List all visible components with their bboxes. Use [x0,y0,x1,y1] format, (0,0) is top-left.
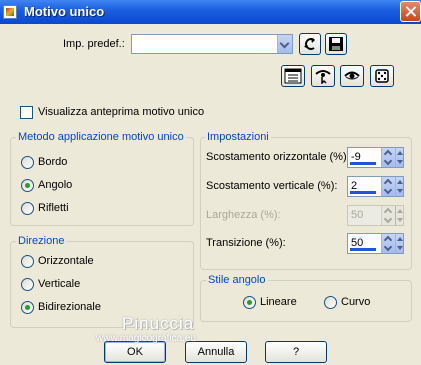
larghezza-value: 50 [351,209,364,221]
radio-curvo[interactable] [324,296,337,309]
larghezza-spinner: 50 [347,205,404,226]
offset-v-slider[interactable] [350,191,376,194]
slider-up-icon[interactable] [397,237,403,241]
radio-angolo[interactable] [21,179,34,192]
transizione-spin-arrows[interactable] [381,234,403,253]
window-list-icon [284,68,302,84]
spin-down-icon [383,214,393,224]
preset-dropdown[interactable] [131,34,293,54]
radio-verticale[interactable] [21,278,34,291]
offset-v-label: Scostamento verticale (%): [206,180,338,192]
chevron-down-icon[interactable] [277,35,292,53]
radio-bordo[interactable] [21,156,34,169]
radio-lineare-label[interactable]: Lineare [260,296,297,308]
eye-pointer-icon [315,70,331,84]
spin-separator [395,177,396,196]
app-icon [3,5,17,19]
preset-reset-button[interactable] [299,33,321,55]
slider-up-icon[interactable] [397,180,403,184]
radio-bidirezionale-label[interactable]: Bidirezionale [38,301,101,313]
radio-rifletti-label[interactable]: Rifletti [38,202,69,214]
transizione-slider[interactable] [350,248,376,251]
close-button[interactable] [400,1,421,22]
offset-h-spinner[interactable]: -9 [347,147,404,168]
dice-icon [375,69,389,83]
slider-down-icon[interactable] [397,246,403,250]
radio-curvo-label[interactable]: Curvo [341,296,370,308]
preset-save-button[interactable] [325,33,347,55]
randomize-button[interactable] [370,65,394,87]
slider-down-icon[interactable] [397,160,403,164]
title-bar[interactable]: Motivo unico [0,0,421,24]
preset-label: Imp. predef.: [63,38,125,50]
proof-button[interactable] [340,65,364,87]
spin-separator [395,148,396,167]
radio-lineare[interactable] [243,296,256,309]
eye-icon [344,71,360,80]
slider-down-icon [397,218,403,222]
help-button[interactable]: ? [265,341,327,363]
radio-orizzontale[interactable] [21,255,34,268]
window-title: Motivo unico [24,4,105,19]
radio-orizzontale-label[interactable]: Orizzontale [38,255,94,267]
metodo-group-title: Metodo applicazione motivo unico [16,131,186,143]
watermark-url: www.magicografica.eu [96,333,197,344]
stile-group-title: Stile angolo [206,274,268,286]
radio-verticale-label[interactable]: Verticale [38,278,80,290]
offset-h-spin-arrows[interactable] [381,148,403,167]
slider-up-icon[interactable] [397,151,403,155]
spin-down-icon[interactable] [383,242,393,252]
transizione-label: Transizione (%): [206,237,286,249]
window-list-button[interactable] [281,65,305,87]
save-disk-icon [329,37,343,51]
radio-angolo-label[interactable]: Angolo [38,179,72,191]
stile-group [200,280,412,322]
spin-separator [395,234,396,253]
offset-v-spinner[interactable]: 2 [347,176,404,197]
radio-rifletti[interactable] [21,202,34,215]
spin-down-icon[interactable] [383,156,393,166]
radio-bordo-label[interactable]: Bordo [38,156,67,168]
cancel-button[interactable]: Annulla [185,341,247,363]
offset-h-label: Scostamento orizzontale (%): [206,151,350,163]
ok-button[interactable]: OK [104,341,166,363]
impostazioni-group-title: Impostazioni [205,131,271,143]
radio-bidirezionale[interactable] [21,301,34,314]
slider-down-icon[interactable] [397,189,403,193]
offset-h-slider[interactable] [350,162,376,165]
offset-v-spin-arrows[interactable] [381,177,403,196]
preview-label[interactable]: Visualizza anteprima motivo unico [38,106,204,118]
preview-checkbox[interactable] [20,106,33,119]
watermark-name: Pinuccia [122,314,195,333]
transizione-spinner[interactable]: 50 [347,233,404,254]
spin-down-icon[interactable] [383,185,393,195]
slider-up-icon [397,209,403,213]
direzione-group-title: Direzione [16,235,67,247]
reset-arrow-icon [304,38,315,50]
proof-pointer-button[interactable] [311,65,335,87]
larghezza-label: Larghezza (%): [206,209,281,221]
larghezza-spin-arrows [381,206,403,225]
spin-separator [395,206,396,225]
